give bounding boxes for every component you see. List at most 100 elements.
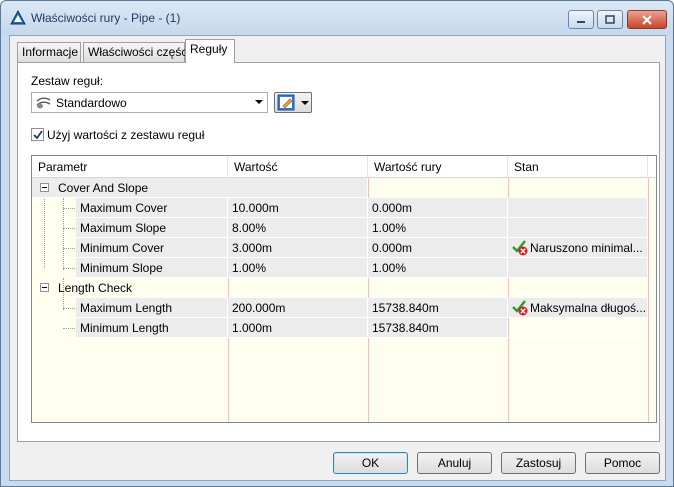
collapse-icon[interactable] <box>40 283 49 292</box>
parametr-value: Minimum Cover <box>80 241 165 255</box>
wartosc-rury-cell: 1.00% <box>368 218 508 238</box>
table-row[interactable]: Maximum Slope 8.00% 1.00% <box>32 218 656 238</box>
wartosc-value: 10.000m <box>232 201 279 215</box>
column-header-wartosc[interactable]: Wartość <box>228 156 368 178</box>
grid-header: Parametr Wartość Wartość rury Stan <box>32 156 656 178</box>
wartosc-value: 1.00% <box>232 261 267 275</box>
wartosc-value: 3.000m <box>232 241 273 255</box>
group-cell: Length Check <box>32 278 228 298</box>
stan-cell <box>508 198 648 218</box>
wartosc-cell[interactable]: 10.000m <box>228 198 368 218</box>
wartosc-rury-value: 0.000m <box>372 201 413 215</box>
status-text: Maksymalna długoś... <box>530 301 647 315</box>
chevron-down-icon <box>301 101 309 105</box>
tab-label: Reguły <box>190 42 228 56</box>
wartosc-rury-cell: 15738.840m <box>368 298 508 318</box>
wartosc-rury-cell: 15738.840m <box>368 318 508 338</box>
column-header-label: Wartość rury <box>374 160 442 174</box>
parametr-cell: Minimum Cover <box>76 238 228 258</box>
stan-cell <box>508 258 648 278</box>
parametr-value: Maximum Slope <box>80 221 167 235</box>
maximize-button[interactable] <box>597 10 623 29</box>
tab-reguly[interactable]: Reguły <box>185 39 235 63</box>
parametr-value: Maximum Length <box>80 301 173 315</box>
chevron-down-icon <box>255 100 263 104</box>
grid-group-row[interactable]: Length Check <box>32 278 656 298</box>
violation-check-icon <box>512 240 528 256</box>
column-header-label: Parametr <box>38 160 88 174</box>
wartosc-rury-value: 15738.840m <box>372 301 439 315</box>
collapse-icon[interactable] <box>40 183 49 192</box>
help-button[interactable]: Pomoc <box>585 452 660 474</box>
ruleset-selected: Standardowo <box>56 96 127 110</box>
tab-informacje[interactable]: Informacje <box>17 42 81 62</box>
table-row[interactable]: Maximum Length 200.000m 15738.840m Maksy… <box>32 298 656 318</box>
tab-label: Właściwości części <box>88 45 191 59</box>
window-title: Właściwości rury - Pipe - (1) <box>31 11 181 25</box>
ok-button[interactable]: OK <box>333 452 408 474</box>
stan-cell <box>508 218 648 238</box>
parametr-value: Minimum Slope <box>80 261 163 275</box>
status-text: Naruszono minimal... <box>530 241 643 255</box>
use-ruleset-values-checkbox[interactable] <box>31 128 44 141</box>
column-header-stan[interactable]: Stan <box>508 156 648 178</box>
table-row[interactable]: Minimum Slope 1.00% 1.00% <box>32 258 656 278</box>
wartosc-value: 1.000m <box>232 321 273 335</box>
wartosc-cell[interactable]: 3.000m <box>228 238 368 258</box>
wartosc-rury-value: 1.00% <box>372 221 407 235</box>
table-row[interactable]: Maximum Cover 10.000m 0.000m <box>32 198 656 218</box>
wartosc-value: 8.00% <box>232 221 267 235</box>
parametr-cell: Maximum Length <box>76 298 228 318</box>
parametr-cell: Maximum Cover <box>76 198 228 218</box>
parametr-cell: Minimum Slope <box>76 258 228 278</box>
stan-cell: Maksymalna długoś... <box>508 298 648 318</box>
title-bar[interactable]: Właściwości rury - Pipe - (1) <box>1 1 673 35</box>
wartosc-rury-cell: 0.000m <box>368 198 508 218</box>
group-name: Length Check <box>58 281 133 295</box>
ruleset-label: Zestaw reguł: <box>31 74 104 88</box>
minimize-button[interactable] <box>568 10 594 29</box>
wartosc-rury-value: 1.00% <box>372 261 407 275</box>
table-row[interactable]: Minimum Cover 3.000m 0.000m Naruszono mi… <box>32 238 656 258</box>
group-name: Cover And Slope <box>58 181 149 195</box>
close-icon <box>642 14 652 25</box>
tab-label: Informacje <box>22 45 79 59</box>
cancel-button[interactable]: Anuluj <box>417 452 492 474</box>
group-cell: Cover And Slope <box>32 178 368 198</box>
wartosc-cell[interactable]: 1.00% <box>228 258 368 278</box>
edit-ruleset-button[interactable] <box>274 92 312 113</box>
minimize-icon <box>577 20 585 23</box>
grid-group-row[interactable]: Cover And Slope <box>32 178 656 198</box>
apply-button[interactable]: Zastosuj <box>501 452 576 474</box>
wartosc-rury-cell: 1.00% <box>368 258 508 278</box>
dialog-client-area: Informacje Właściwości części Reguły Zes… <box>9 35 666 481</box>
rules-panel: Zestaw reguł: Standardowo Użyj wartości … <box>17 62 660 442</box>
parametr-cell: Minimum Length <box>76 318 228 338</box>
wartosc-rury-cell: 0.000m <box>368 238 508 258</box>
ruleset-dropdown[interactable]: Standardowo <box>31 92 268 113</box>
wartosc-cell[interactable]: 8.00% <box>228 218 368 238</box>
dialog-window: Właściwości rury - Pipe - (1) Informacje… <box>0 0 674 487</box>
column-header-wartosc-rury[interactable]: Wartość rury <box>368 156 508 178</box>
wartosc-value: 200.000m <box>232 301 286 315</box>
parametr-value: Minimum Length <box>80 321 169 335</box>
column-header-label: Wartość <box>234 160 278 174</box>
checkmark-icon <box>33 130 43 140</box>
column-header-label: Stan <box>514 160 539 174</box>
wartosc-cell[interactable]: 1.000m <box>228 318 368 338</box>
use-ruleset-values-label: Użyj wartości z zestawu reguł <box>47 128 205 142</box>
parametr-value: Maximum Cover <box>80 201 168 215</box>
civil3d-app-icon <box>10 10 26 25</box>
wartosc-cell[interactable]: 200.000m <box>228 298 368 318</box>
close-button[interactable] <box>627 10 667 29</box>
edit-style-icon <box>277 94 295 111</box>
tab-wlasciwosci-czesci[interactable]: Właściwości części <box>83 42 190 62</box>
maximize-icon <box>605 15 615 24</box>
column-header-parametr[interactable]: Parametr <box>32 156 228 178</box>
rules-grid: Parametr Wartość Wartość rury Stan Cover… <box>31 155 657 423</box>
ruleset-icon <box>36 97 51 109</box>
table-row[interactable]: Minimum Length 1.000m 15738.840m <box>32 318 656 338</box>
violation-check-icon <box>512 300 528 316</box>
stan-cell <box>508 318 648 338</box>
stan-cell: Naruszono minimal... <box>508 238 648 258</box>
